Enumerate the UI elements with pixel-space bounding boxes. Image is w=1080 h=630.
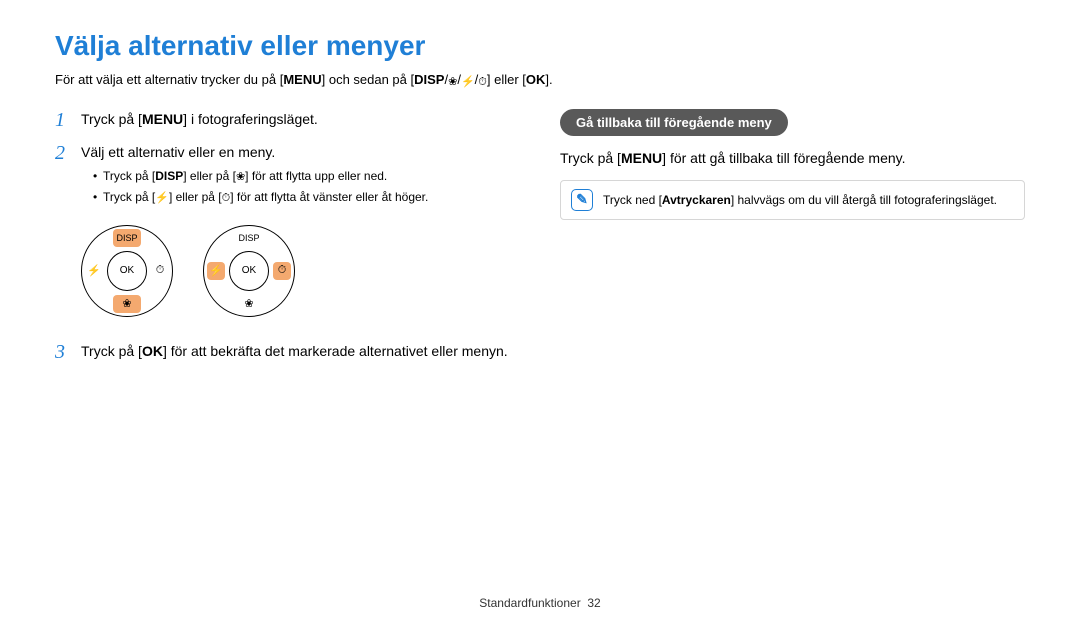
disp-key-label: DISP xyxy=(414,72,444,87)
t: Tryck ned [ xyxy=(603,193,662,207)
page-footer: Standardfunktioner 32 xyxy=(0,596,1080,610)
nav-wheel-graphics: DISP OK DISP OK xyxy=(81,225,520,317)
step1-text-a: Tryck på [ xyxy=(81,111,142,127)
flash-button-highlight xyxy=(207,262,225,280)
t: Tryck på [ xyxy=(560,150,621,166)
flash-button xyxy=(85,262,103,280)
note-icon: ✎ xyxy=(571,189,593,211)
footer-section: Standardfunktioner xyxy=(479,596,580,610)
step3-text-b: ] för att bekräfta det markerade alterna… xyxy=(163,343,508,359)
menu-key-label: MENU xyxy=(142,111,183,127)
t: ] för att flytta åt vänster eller åt hög… xyxy=(230,190,428,204)
note-text: Tryck ned [Avtryckaren] halvvägs om du v… xyxy=(603,193,997,207)
intro-suffix: ]. xyxy=(545,72,552,87)
flash-icon xyxy=(209,264,223,277)
right-column: Gå tillbaka till föregående meny Tryck p… xyxy=(560,109,1025,374)
left-column: 1 Tryck på [MENU] i fotograferingsläget.… xyxy=(55,109,520,374)
intro-mid1: ] och sedan på [ xyxy=(322,72,415,87)
shutter-key-label: Avtryckaren xyxy=(662,193,731,207)
macro-icon xyxy=(244,297,253,310)
step-number: 1 xyxy=(55,109,71,132)
ok-center: OK xyxy=(107,251,147,291)
subsection-pill: Gå tillbaka till föregående meny xyxy=(560,109,788,136)
flash-icon xyxy=(87,264,101,277)
disp-button-highlight: DISP xyxy=(113,229,141,247)
t: Tryck på [ xyxy=(103,169,155,183)
ok-key-label: OK xyxy=(526,72,546,87)
disp-label: DISP xyxy=(238,233,259,243)
menu-key-label: MENU xyxy=(621,150,662,166)
footer-page-number: 32 xyxy=(587,596,600,610)
step1-text-b: ] i fotograferingsläget. xyxy=(183,111,318,127)
step3-text-a: Tryck på [ xyxy=(81,343,142,359)
macro-button-highlight xyxy=(113,295,141,313)
nav-wheel-horizontal: DISP OK xyxy=(203,225,295,317)
timer-icon xyxy=(478,73,487,89)
t: ] för att gå tillbaka till föregående me… xyxy=(662,150,905,166)
ok-label: OK xyxy=(242,265,256,276)
menu-key-label: MENU xyxy=(283,72,321,87)
macro-icon xyxy=(122,297,131,310)
timer-icon xyxy=(156,264,165,277)
page-title: Välja alternativ eller menyer xyxy=(55,30,1025,62)
macro-icon xyxy=(236,167,245,186)
disp-key-label: DISP xyxy=(155,169,183,183)
t: ] eller på [ xyxy=(183,169,236,183)
step2-main: Välj ett alternativ eller en meny. xyxy=(81,142,520,163)
timer-icon xyxy=(278,264,287,277)
t: ] halvvägs om du vill återgå till fotogr… xyxy=(731,193,997,207)
note-box: ✎ Tryck ned [Avtryckaren] halvvägs om du… xyxy=(560,180,1025,220)
intro-paragraph: För att välja ett alternativ trycker du … xyxy=(55,72,1025,89)
t: ] eller på [ xyxy=(169,190,222,204)
ok-key-label: OK xyxy=(142,343,163,359)
timer-button-highlight xyxy=(273,262,291,280)
step-number: 3 xyxy=(55,341,71,364)
ok-label: OK xyxy=(120,265,134,276)
t: ] för att flytta upp eller ned. xyxy=(245,169,387,183)
t: Tryck på [ xyxy=(103,190,155,204)
intro-prefix: För att välja ett alternativ trycker du … xyxy=(55,72,283,87)
step-1: 1 Tryck på [MENU] i fotograferingsläget. xyxy=(55,109,520,132)
step2-bullet-2: Tryck på [ ] eller på [ ] för att flytta å… xyxy=(93,188,520,207)
step-number: 2 xyxy=(55,142,71,209)
intro-mid2: ] eller [ xyxy=(487,72,526,87)
disp-label: DISP xyxy=(116,233,137,243)
step-2: 2 Välj ett alternativ eller en meny. Try… xyxy=(55,142,520,209)
nav-wheel-vertical: DISP OK xyxy=(81,225,173,317)
step2-bullet-1: Tryck på [DISP] eller på [ ] för att flyt… xyxy=(93,167,520,186)
macro-icon xyxy=(448,73,457,88)
timer-button xyxy=(151,262,169,280)
flash-icon xyxy=(461,73,475,88)
timer-icon xyxy=(222,188,231,207)
disp-button: DISP xyxy=(235,229,263,247)
step-3: 3 Tryck på [OK] för att bekräfta det mar… xyxy=(55,341,520,364)
ok-center: OK xyxy=(229,251,269,291)
macro-button xyxy=(235,295,263,313)
right-paragraph: Tryck på [MENU] för att gå tillbaka till… xyxy=(560,150,1025,166)
flash-icon xyxy=(155,188,169,207)
